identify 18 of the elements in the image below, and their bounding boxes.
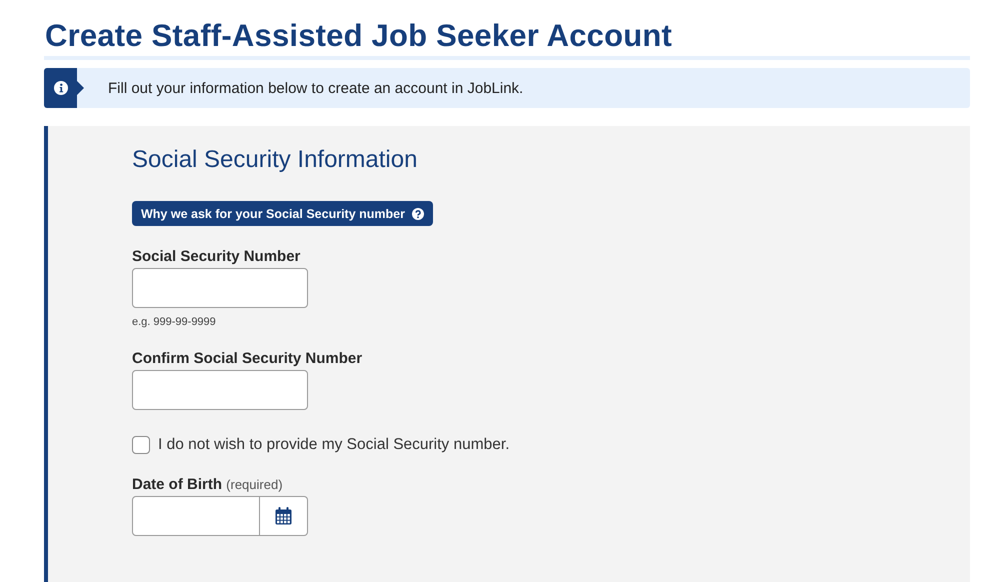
checkbox-label: I do not wish to provide my Social Security number. — [158, 436, 510, 454]
section-heading: Social Security Information — [132, 146, 418, 174]
checkbox[interactable] — [132, 436, 150, 454]
question-icon — [412, 208, 424, 220]
required-note: (required) — [226, 477, 283, 492]
info-icon — [54, 81, 68, 95]
field-label: Confirm Social Security Number — [132, 350, 364, 367]
date-input-field[interactable] — [132, 496, 260, 536]
page-title: Create Staff-Assisted Job Seeker Account — [45, 18, 672, 54]
input-field[interactable] — [132, 268, 308, 308]
field-label: Social Security Number — [132, 248, 302, 265]
field-hint: e.g. 999-99-9999 — [132, 316, 217, 328]
calendar-button[interactable] — [260, 496, 308, 536]
help-button[interactable]: Why we ask for your Social Security number — [132, 201, 433, 226]
calendar-icon — [275, 507, 292, 525]
alert-message: Fill out your information below to create an account in JobLink. — [108, 80, 524, 96]
input-field[interactable] — [132, 370, 308, 410]
field-label: Date of Birth — [132, 476, 222, 493]
